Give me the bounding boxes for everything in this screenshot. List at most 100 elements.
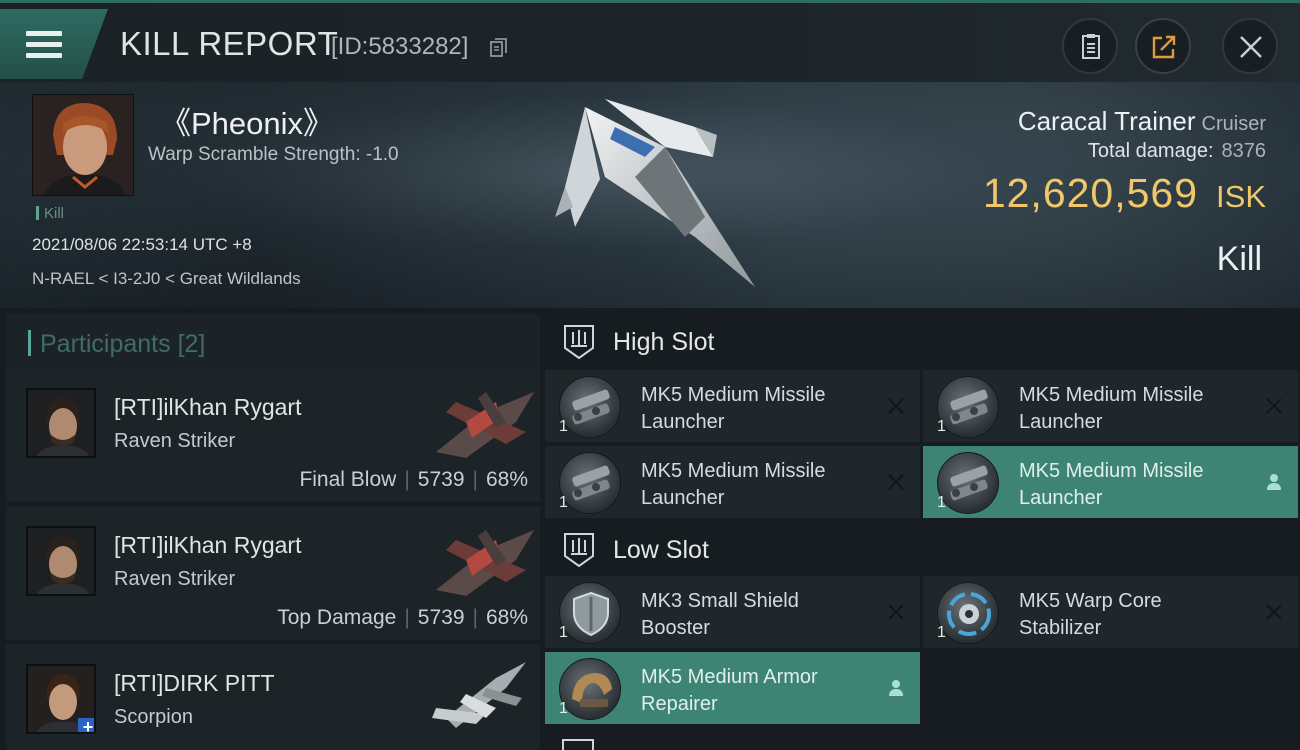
plus-badge-icon: + [78,718,94,732]
warp-core-stabilizer-icon [937,582,999,644]
destroyed-x-icon [888,474,904,490]
missile-launcher-icon [559,452,621,514]
destroyed-x-icon [1266,398,1282,414]
module-quantity: 1 [937,624,946,641]
armor-repairer-icon [559,658,621,720]
module-name: MK3 Small Shield Booster [641,590,799,639]
pilot-dropped-icon [889,680,903,696]
participant-percent: 68% [485,468,528,491]
close-icon [1240,36,1262,58]
participant-ship: Scorpion [114,706,193,728]
participant-avatar[interactable]: + [26,664,96,734]
participants-panel: Participants [2] [RTI]ilKhan Rygart Rave… [0,308,543,750]
mid-slot-icon [562,739,594,750]
participant-name: [RTI]ilKhan Rygart [114,532,302,558]
participant-row[interactable]: [RTI]ilKhan Rygart Raven Striker Final B… [6,368,540,502]
result-label: Kill [1216,240,1262,278]
participant-damage: 5739 [417,606,465,629]
fitting-panel: High Slot 1 MK5 Medium Missile Launcher … [543,308,1300,750]
missile-launcher-icon [937,376,999,438]
participant-damage: 5739 [417,468,465,491]
module-item[interactable]: 1 MK5 Medium Missile Launcher [923,370,1298,442]
menu-button[interactable] [0,9,108,79]
module-quantity: 1 [559,494,568,511]
shield-booster-icon [559,582,621,644]
participant-ship-image [436,392,534,458]
high-slot-title: High Slot [613,328,715,356]
participant-ship: Raven Striker [114,568,236,590]
module-item[interactable]: 1 MK5 Medium Missile Launcher [545,446,920,518]
report-button[interactable] [1062,18,1118,74]
report-id: [ID:5833282] [331,33,469,60]
module-item[interactable]: 1 MK3 Small Shield Booster [545,576,920,648]
total-damage-value: 8376 [1221,140,1267,162]
module-quantity: 1 [559,624,568,641]
isk-value: 12,620,569 ISK [983,170,1266,217]
participant-row[interactable]: + [RTI]DIRK PITT Scorpion [6,644,540,750]
low-slot-header: Low Slot [543,520,1300,578]
module-name: MK5 Medium Missile Launcher [1019,384,1204,433]
participants-header: Participants [2] [6,314,540,374]
share-icon [1152,35,1176,59]
share-button[interactable] [1135,18,1191,74]
participant-role: Final Blow [299,468,397,491]
warp-scramble-strength: Warp Scramble Strength: -1.0 [148,144,399,165]
participant-percent: 68% [485,606,528,629]
participant-role: Top Damage [277,606,397,629]
kill-location[interactable]: N-RAEL < I3-2J0 < Great Wildlands [32,269,301,289]
low-slot-title: Low Slot [613,536,709,564]
destroyed-x-icon [888,398,904,414]
module-quantity: 1 [559,418,568,435]
kill-datetime: 2021/08/06 22:53:14 UTC +8 [32,235,252,254]
module-name: MK5 Medium Missile Launcher [1019,460,1204,509]
participant-stats: Top Damage | 5739 | 68% [277,606,528,629]
participant-name: [RTI]DIRK PITT [114,670,275,696]
kill-tag: Kill [36,205,64,222]
victim-name: 《Pheonix》 [160,106,335,141]
module-quantity: 1 [937,418,946,435]
page-title: KILL REPORT [120,25,339,62]
module-item[interactable]: 1 MK5 Medium Missile Launcher [545,370,920,442]
pilot-dropped-icon [1267,474,1281,490]
hamburger-icon [26,31,62,58]
participant-name: [RTI]ilKhan Rygart [114,394,302,420]
ship-class: Cruiser [1201,113,1266,135]
destroyed-x-icon [888,604,904,620]
top-bar: KILL REPORT [ID:5833282] [0,0,1300,82]
module-name: MK5 Warp Core Stabilizer [1019,590,1162,639]
module-item[interactable]: 1 MK5 Medium Missile Launcher [923,446,1298,518]
participant-row[interactable]: [RTI]ilKhan Rygart Raven Striker Top Dam… [6,506,540,640]
participant-avatar[interactable] [26,526,96,596]
document-icon [1082,34,1100,59]
low-slot-icon [564,533,594,568]
participant-avatar[interactable] [26,388,96,458]
total-damage-label: Total damage: [1087,140,1214,162]
total-damage: Total damage: 8376 [1088,140,1266,163]
missile-launcher-icon [559,376,621,438]
participant-ship-image [432,662,526,728]
participant-ship-image [436,530,534,596]
isk-amount: 12,620,569 [982,170,1199,216]
victim-ship: Caracal Trainer Cruiser [1018,106,1266,137]
missile-launcher-icon [937,452,999,514]
module-name: MK5 Medium Armor Repairer [641,666,818,715]
header-accent [28,330,31,356]
participant-stats: Final Blow | 5739 | 68% [299,468,528,491]
participant-ship: Raven Striker [114,430,236,452]
module-quantity: 1 [559,700,568,717]
module-item[interactable]: 1 MK5 Warp Core Stabilizer [923,576,1298,648]
participants-title: Participants [2] [40,330,206,358]
close-button[interactable] [1222,18,1278,74]
ship-name: Caracal Trainer [1017,106,1196,136]
module-name: MK5 Medium Missile Launcher [641,384,826,433]
victim-avatar[interactable] [32,94,134,196]
module-quantity: 1 [937,494,946,511]
high-slot-icon [564,325,594,360]
copy-icon[interactable] [490,38,508,58]
module-name: MK5 Medium Missile Launcher [641,460,826,509]
module-item[interactable]: 1 MK5 Medium Armor Repairer [545,652,920,724]
victim-panel: 《Pheonix》 Warp Scramble Strength: -1.0 K… [0,82,1300,308]
high-slot-header: High Slot [543,312,1300,370]
isk-unit: ISK [1216,179,1266,214]
destroyed-x-icon [1266,604,1282,620]
